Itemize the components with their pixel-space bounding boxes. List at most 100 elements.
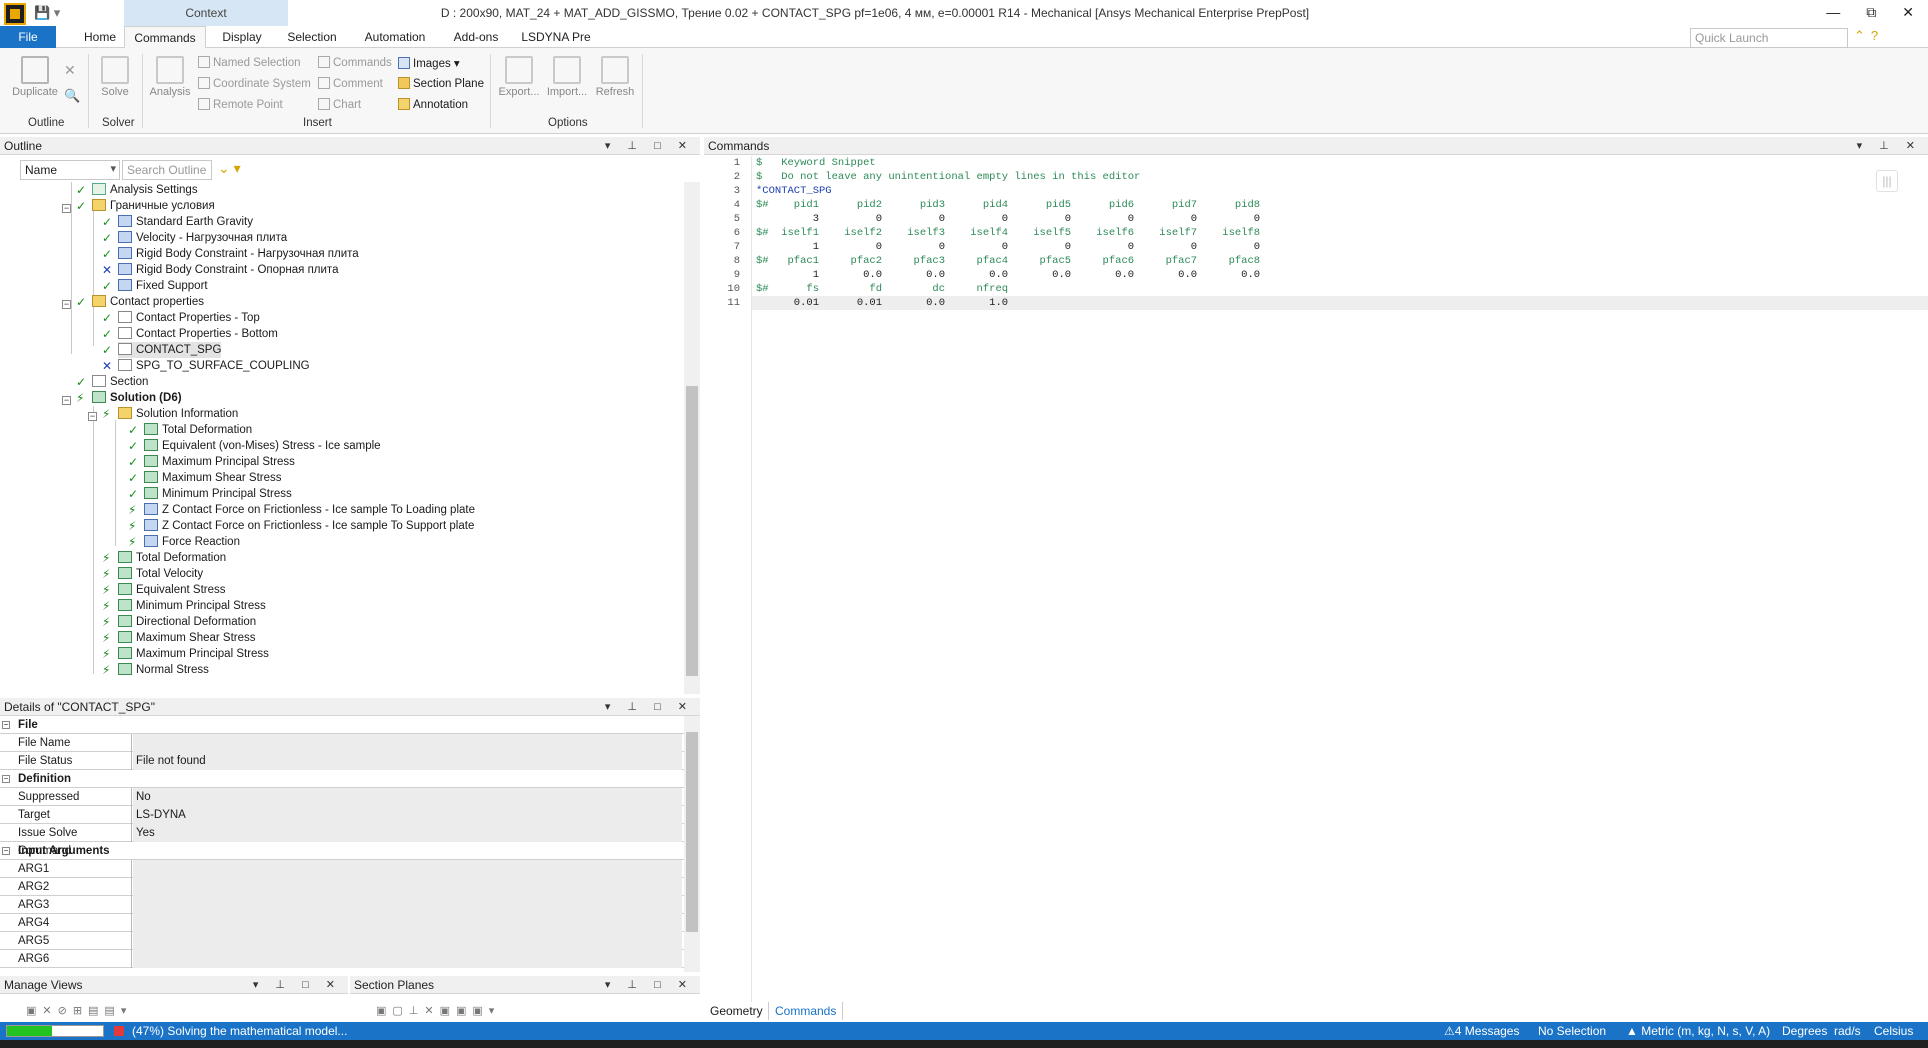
- quick-launch-input[interactable]: Quick Launch: [1690, 28, 1848, 48]
- named-selection-button[interactable]: Named Selection: [198, 56, 301, 69]
- tab-file[interactable]: File: [0, 26, 56, 48]
- tree-item[interactable]: ⚡ Directional Deformation: [102, 614, 256, 630]
- tree-item[interactable]: ⚡ Force Reaction: [128, 534, 240, 550]
- code-line[interactable]: 1 0 0 0 0 0 0 0: [756, 240, 1260, 254]
- table-row[interactable]: ARG4: [0, 914, 684, 932]
- angle-units[interactable]: Degrees: [1782, 1022, 1827, 1040]
- table-row[interactable]: File Status File not found: [0, 752, 684, 770]
- tree-item[interactable]: ✓ Maximum Principal Stress: [128, 454, 295, 470]
- angular-velocity-units[interactable]: rad/s: [1834, 1022, 1861, 1040]
- tree-item[interactable]: ✓ Standard Earth Gravity: [102, 214, 253, 230]
- restore-button[interactable]: ⧉: [1866, 4, 1876, 21]
- minimize-button[interactable]: —: [1826, 4, 1840, 21]
- tree-item[interactable]: ✓ Minimum Principal Stress: [128, 486, 292, 502]
- comment-button[interactable]: Comment: [318, 77, 383, 90]
- outline-expand-icon[interactable]: ⌄ ▾: [218, 160, 241, 177]
- outline-search-input[interactable]: Search Outline: [122, 160, 212, 180]
- duplicate-button[interactable]: Duplicate: [8, 56, 62, 98]
- tab-selection[interactable]: Selection: [280, 26, 344, 48]
- table-row[interactable]: ARG2: [0, 878, 684, 896]
- tab-home[interactable]: Home: [72, 26, 128, 48]
- outline-filter-select[interactable]: Name: [20, 160, 120, 180]
- tree-item[interactable]: ⚡ Normal Stress: [102, 662, 209, 678]
- section-planes-toolbar-icons[interactable]: ▣▢⊥✕▣▣▣▾: [376, 1004, 500, 1022]
- ribbon-collapse-icon[interactable]: ⌃?: [1854, 28, 1884, 44]
- pane-controls-icon[interactable]: ▾ ⊥ □ ✕: [605, 976, 694, 994]
- tree-item[interactable]: ⚡ Minimum Principal Stress: [102, 598, 266, 614]
- code-line[interactable]: $# pid1 pid2 pid3 pid4 pid5 pid6 pid7 pi…: [756, 198, 1260, 212]
- ansys-app-icon[interactable]: [4, 3, 26, 25]
- code-line[interactable]: $# iself1 iself2 iself3 iself4 iself5 is…: [756, 226, 1260, 240]
- unit-system-indicator[interactable]: ▲ Metric (m, kg, N, s, V, A): [1626, 1022, 1770, 1040]
- tab-add-ons[interactable]: Add-ons: [446, 26, 506, 48]
- tree-item[interactable]: ✓ Analysis Settings: [76, 182, 198, 198]
- stop-solve-icon[interactable]: [114, 1026, 124, 1036]
- quick-access-save-icon[interactable]: 💾 ▾: [34, 5, 60, 21]
- commands-editor[interactable]: 1 2 3 4 5 6 7 8 9 10 11 $ Keyword Snippe…: [704, 156, 1928, 1002]
- analysis-button[interactable]: Analysis: [148, 56, 192, 98]
- images-dropdown[interactable]: Images ▾: [398, 56, 460, 70]
- refresh-button[interactable]: Refresh: [592, 56, 638, 98]
- table-row[interactable]: Suppressed No: [0, 788, 684, 806]
- tree-item[interactable]: ⚡ Z Contact Force on Frictionless - Ice s…: [128, 502, 475, 518]
- tab-lsdyna-pre[interactable]: LSDYNA Pre: [518, 26, 594, 48]
- table-row[interactable]: Issue Solve Command Yes: [0, 824, 684, 857]
- code-line[interactable]: $ Keyword Snippet: [756, 156, 876, 170]
- tab-geometry[interactable]: Geometry: [704, 1002, 769, 1020]
- code-line[interactable]: 3 0 0 0 0 0 0 0: [756, 212, 1260, 226]
- pane-controls-icon[interactable]: ▾ ⊥ ✕: [1857, 137, 1922, 155]
- pane-controls-icon[interactable]: ▾ ⊥ □ ✕: [605, 137, 694, 155]
- tree-item-selected[interactable]: ✓ CONTACT_SPG: [102, 342, 222, 358]
- tree-item[interactable]: ✓ Rigid Body Constraint - Нагрузочная пли…: [102, 246, 359, 262]
- details-section-input-arguments[interactable]: − Input Arguments: [0, 842, 684, 860]
- tab-display[interactable]: Display: [214, 26, 270, 48]
- table-row[interactable]: ARG5: [0, 932, 684, 950]
- solve-button[interactable]: Solve: [96, 56, 134, 98]
- outline-scrollbar[interactable]: [684, 182, 700, 694]
- tree-item[interactable]: ✓ Граничные условия: [76, 198, 215, 214]
- tree-item[interactable]: ✕ Rigid Body Constraint - Опорная плита: [102, 262, 338, 278]
- tab-commands[interactable]: Commands: [124, 26, 206, 49]
- messages-indicator[interactable]: ⚠4 Messages: [1444, 1022, 1519, 1040]
- import-button[interactable]: Import...: [544, 56, 590, 98]
- details-section-definition[interactable]: − Definition: [0, 770, 684, 788]
- editor-options-icon[interactable]: |||: [1876, 170, 1898, 192]
- tree-item[interactable]: ⚡ Solution Information: [102, 406, 238, 422]
- tree-item[interactable]: ⚡ Maximum Principal Stress: [102, 646, 269, 662]
- annotation-button[interactable]: Annotation: [398, 98, 468, 111]
- tree-item[interactable]: ⚡ Total Velocity: [102, 566, 203, 582]
- tree-item[interactable]: ✓ Contact Properties - Top: [102, 310, 260, 326]
- code-line[interactable]: *CONTACT_SPG: [756, 184, 832, 198]
- close-button[interactable]: ✕: [1902, 4, 1914, 21]
- tree-item[interactable]: ⚡ Total Deformation: [102, 550, 226, 566]
- code-line[interactable]: $ Do not leave any unintentional empty l…: [756, 170, 1140, 184]
- code-line[interactable]: $# fs fd dc nfreq: [756, 282, 1008, 296]
- pane-controls-icon[interactable]: ▾ ⊥ □ ✕: [605, 698, 694, 716]
- tree-item[interactable]: ✓ Fixed Support: [102, 278, 208, 294]
- tab-automation[interactable]: Automation: [358, 26, 432, 48]
- tree-item[interactable]: ✓ Contact Properties - Bottom: [102, 326, 278, 342]
- expand-toggle[interactable]: −: [62, 396, 71, 405]
- expand-toggle[interactable]: −: [62, 300, 71, 309]
- expand-toggle[interactable]: −: [62, 204, 71, 213]
- tree-item[interactable]: ✓ Equivalent (von-Mises) Stress - Ice sam…: [128, 438, 381, 454]
- coordinate-system-button[interactable]: Coordinate System: [198, 77, 311, 90]
- details-section-file[interactable]: − File: [0, 716, 684, 734]
- tree-item[interactable]: ⚡ Z Contact Force on Frictionless - Ice s…: [128, 518, 474, 534]
- table-row[interactable]: ARG6: [0, 950, 684, 968]
- tree-item[interactable]: ⚡ Maximum Shear Stress: [102, 630, 256, 646]
- tree-item[interactable]: ✓ Total Deformation: [128, 422, 252, 438]
- code-line[interactable]: 1 0.0 0.0 0.0 0.0 0.0 0.0 0.0: [756, 268, 1260, 282]
- table-row[interactable]: Target LS-DYNA: [0, 806, 684, 824]
- commands-button[interactable]: Commands: [318, 56, 392, 69]
- tree-item[interactable]: ✓ Maximum Shear Stress: [128, 470, 282, 486]
- export-button[interactable]: Export...: [496, 56, 542, 98]
- tree-item[interactable]: ✕ SPG_TO_SURFACE_COUPLING: [102, 358, 310, 374]
- tree-item[interactable]: ✓ Velocity - Нагрузочная плита: [102, 230, 287, 246]
- section-plane-button[interactable]: Section Plane: [398, 77, 484, 90]
- manage-views-toolbar-icons[interactable]: ▣✕⊘⊞▤▤▾: [26, 1004, 132, 1022]
- remote-point-button[interactable]: Remote Point: [198, 98, 283, 111]
- delete-icon[interactable]: ✕: [64, 62, 76, 79]
- details-scrollbar[interactable]: [684, 716, 700, 972]
- tree-item[interactable]: ⚡ Solution (D6): [76, 390, 182, 406]
